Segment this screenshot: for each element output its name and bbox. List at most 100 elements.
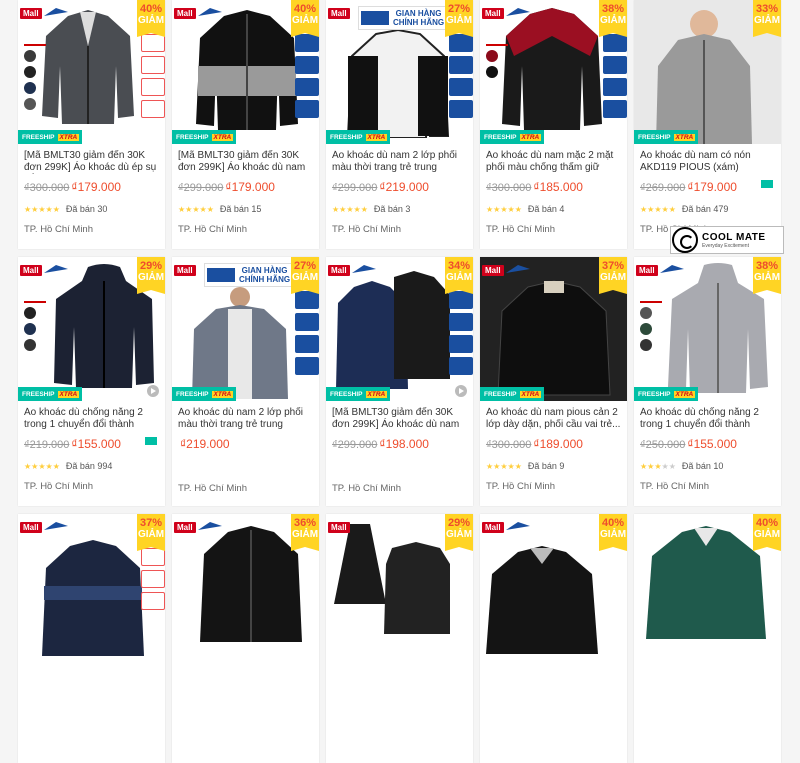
jacket-image [502, 8, 602, 130]
jacket-image [334, 524, 450, 634]
price-row: ₫300.000 ₫179.000 [24, 180, 159, 194]
product-card[interactable]: Mall 38% GIẢM FREESHIP XTRA Áo khoác dù na… [480, 0, 627, 249]
mall-flag-icon [660, 265, 684, 273]
jacket-image [200, 526, 302, 642]
product-card[interactable]: Mall 37% GIẢM [18, 514, 165, 763]
product-card[interactable]: Mall GIAN HÀNG CHÍNH HÃNG 27% GIẢM FREESHI… [172, 257, 319, 506]
mall-flag-icon [44, 265, 68, 273]
discount-badge: 38% GIẢM [599, 0, 627, 37]
discount-badge: 27% GIẢM [291, 257, 319, 294]
discount-badge: 38% GIẢM [753, 257, 781, 294]
freeship-badge: FREESHIP XTRA [326, 130, 390, 144]
color-swatches [24, 301, 46, 351]
play-video-icon[interactable] [455, 385, 467, 397]
jacket-image [42, 10, 134, 124]
product-card[interactable]: Mall 38% GIẢM FREESHIP XTRA Áo khoác dù ch… [634, 257, 781, 506]
jacket-image [196, 10, 298, 130]
product-card[interactable]: Mall 29% GIẢM [326, 514, 473, 763]
product-name[interactable]: [Mã BMLT30 giảm đến 30K đơn 299K] Áo kho… [178, 150, 313, 174]
brand-name: COOL MATE [702, 231, 766, 243]
product-image[interactable]: Mall GIAN HÀNG CHÍNH HÃNG 27% GIẢM FREESHI… [172, 257, 319, 401]
product-card[interactable]: Mall GIAN HÀNG CHÍNH HÃNG 27% GIẢM FREESHI… [326, 0, 473, 249]
promo-icons [295, 291, 319, 375]
product-name[interactable]: Áo khoác dù nam 2 lớp phối màu thời tran… [332, 150, 467, 174]
mall-flag-icon [352, 265, 376, 273]
product-card[interactable]: Mall 40% GIẢM FREESHIP XTRA [Mã BMLT30 giả… [172, 0, 319, 249]
product-image[interactable]: 40% GIẢM [634, 514, 781, 658]
color-swatches [486, 44, 508, 78]
play-video-icon[interactable] [147, 385, 159, 397]
mall-badge: Mall [636, 265, 658, 276]
product-image[interactable]: Mall 36% GIẢM [172, 514, 319, 658]
product-image[interactable]: Mall 38% GIẢM FREESHIP XTRA [634, 257, 781, 401]
mall-badge: Mall [174, 522, 196, 533]
freeship-badge: FREESHIP XTRA [480, 130, 544, 144]
promo-icons [449, 34, 473, 118]
product-card[interactable]: 33% GIẢM FREESHIP XTRA Áo khoác dù nam có … [634, 0, 781, 249]
current-price: ₫179.000 [225, 180, 275, 194]
freeship-badge: FREESHIP XTRA [326, 387, 390, 401]
product-card[interactable]: Mall 29% GIẢM FREESHIP XTRA Áo khoác dù ch… [18, 257, 165, 506]
current-price: ₫219.000 [379, 180, 429, 194]
product-name[interactable]: Áo khoác dù nam mặc 2 mặt phối màu chống… [486, 150, 621, 174]
mall-badge: Mall [482, 8, 504, 19]
product-image[interactable]: Mall 40% GIẢM FREESHIP XTRA [172, 0, 319, 144]
product-image[interactable]: Mall 29% GIẢM [326, 514, 473, 658]
price-row: ₫300.000 ₫189.000 [486, 437, 621, 451]
mall-badge: Mall [174, 8, 196, 19]
product-image[interactable]: Mall GIAN HÀNG CHÍNH HÃNG 27% GIẢM FREESHI… [326, 0, 473, 144]
old-price: ₫269.000 [640, 182, 686, 194]
current-price: ₫179.000 [71, 180, 121, 194]
product-name[interactable]: Áo khoác dù nam pious cản 2 lớp dày dặn,… [486, 407, 621, 431]
star-rating: ★★★★★ [640, 461, 676, 471]
product-name[interactable]: Áo khoác dù nam 2 lớp phối màu thời tran… [178, 407, 313, 431]
product-name[interactable]: [Mã BMLT30 giảm đến 30K đơn 299K] Áo kho… [24, 150, 159, 174]
old-price: ₫299.000 [178, 182, 224, 194]
discount-badge: 40% GIẢM [137, 0, 165, 37]
coolmate-brand-overlay[interactable]: COOL MATE Everyday Excitement [670, 226, 784, 254]
shipping-truck-icon [145, 437, 157, 445]
product-card[interactable]: Mall 40% GIẢM FREESHIP XTRA [Mã BMLT30 giả… [18, 0, 165, 249]
product-image[interactable]: Mall 40% GIẢM [480, 514, 627, 658]
product-card[interactable]: Mall 36% GIẢM [172, 514, 319, 763]
product-image[interactable]: Mall 34% GIẢM FREESHIP XTRA [326, 257, 473, 401]
rating-row [178, 461, 313, 473]
product-image[interactable]: Mall 29% GIẢM FREESHIP XTRA [18, 257, 165, 401]
shipping-truck-icon [761, 180, 773, 188]
location: TP. Hồ Chí Minh [486, 224, 555, 235]
star-rating: ★★★★★ [332, 204, 368, 214]
product-name[interactable]: [Mã BMLT30 giảm đến 30K đơn 299K] Áo kho… [332, 407, 467, 431]
product-image[interactable]: Mall 37% GIẢM [18, 514, 165, 658]
product-image[interactable]: Mall 38% GIẢM FREESHIP XTRA [480, 0, 627, 144]
product-name[interactable]: Áo khoác dù chống nắng 2 trong 1 chuyển … [24, 407, 159, 431]
discount-badge: 37% GIẢM [137, 514, 165, 551]
product-card[interactable]: 40% GIẢM [634, 514, 781, 763]
freeship-badge: FREESHIP XTRA [18, 130, 82, 144]
jacket-image [486, 546, 598, 654]
star-rating: ★★★★★ [178, 204, 214, 214]
location: TP. Hồ Chí Minh [178, 224, 247, 235]
product-image[interactable]: Mall 40% GIẢM FREESHIP XTRA [18, 0, 165, 144]
location: TP. Hồ Chí Minh [24, 224, 93, 235]
discount-badge: 40% GIẢM [753, 514, 781, 551]
old-price: ₫300.000 [486, 182, 532, 194]
product-name[interactable]: Áo khoác dù chống nắng 2 trong 1 chuyển … [640, 407, 775, 431]
product-card[interactable]: Mall 40% GIẢM [480, 514, 627, 763]
current-price: ₫219.000 [180, 437, 230, 451]
product-card[interactable]: Mall 37% GIẢM FREESHIP XTRA Áo khoác dù na… [480, 257, 627, 506]
product-name[interactable]: Áo khoác dù nam có nón AKD119 PIOUS (xám… [640, 150, 775, 174]
star-rating: ★★★★★ [486, 461, 522, 471]
price-row: ₫299.000 ₫179.000 [178, 180, 313, 194]
current-price: ₫185.000 [533, 180, 583, 194]
freeship-badge: FREESHIP XTRA [172, 130, 236, 144]
product-grid: Mall 40% GIẢM FREESHIP XTRA [Mã BMLT30 giả… [18, 0, 782, 763]
mall-flag-icon [506, 522, 530, 530]
product-image[interactable]: 33% GIẢM FREESHIP XTRA [634, 0, 781, 144]
discount-badge: 37% GIẢM [599, 257, 627, 294]
sold-count: Đã bán 479 [681, 204, 729, 214]
product-image[interactable]: Mall 37% GIẢM FREESHIP XTRA [480, 257, 627, 401]
location: TP. Hồ Chí Minh [24, 481, 93, 492]
product-card[interactable]: Mall 34% GIẢM FREESHIP XTRA [Mã BMLT30 giả… [326, 257, 473, 506]
coolmate-logo-icon [672, 227, 698, 253]
rating-row: ★★★★★ Đã bán 15 [178, 204, 313, 214]
